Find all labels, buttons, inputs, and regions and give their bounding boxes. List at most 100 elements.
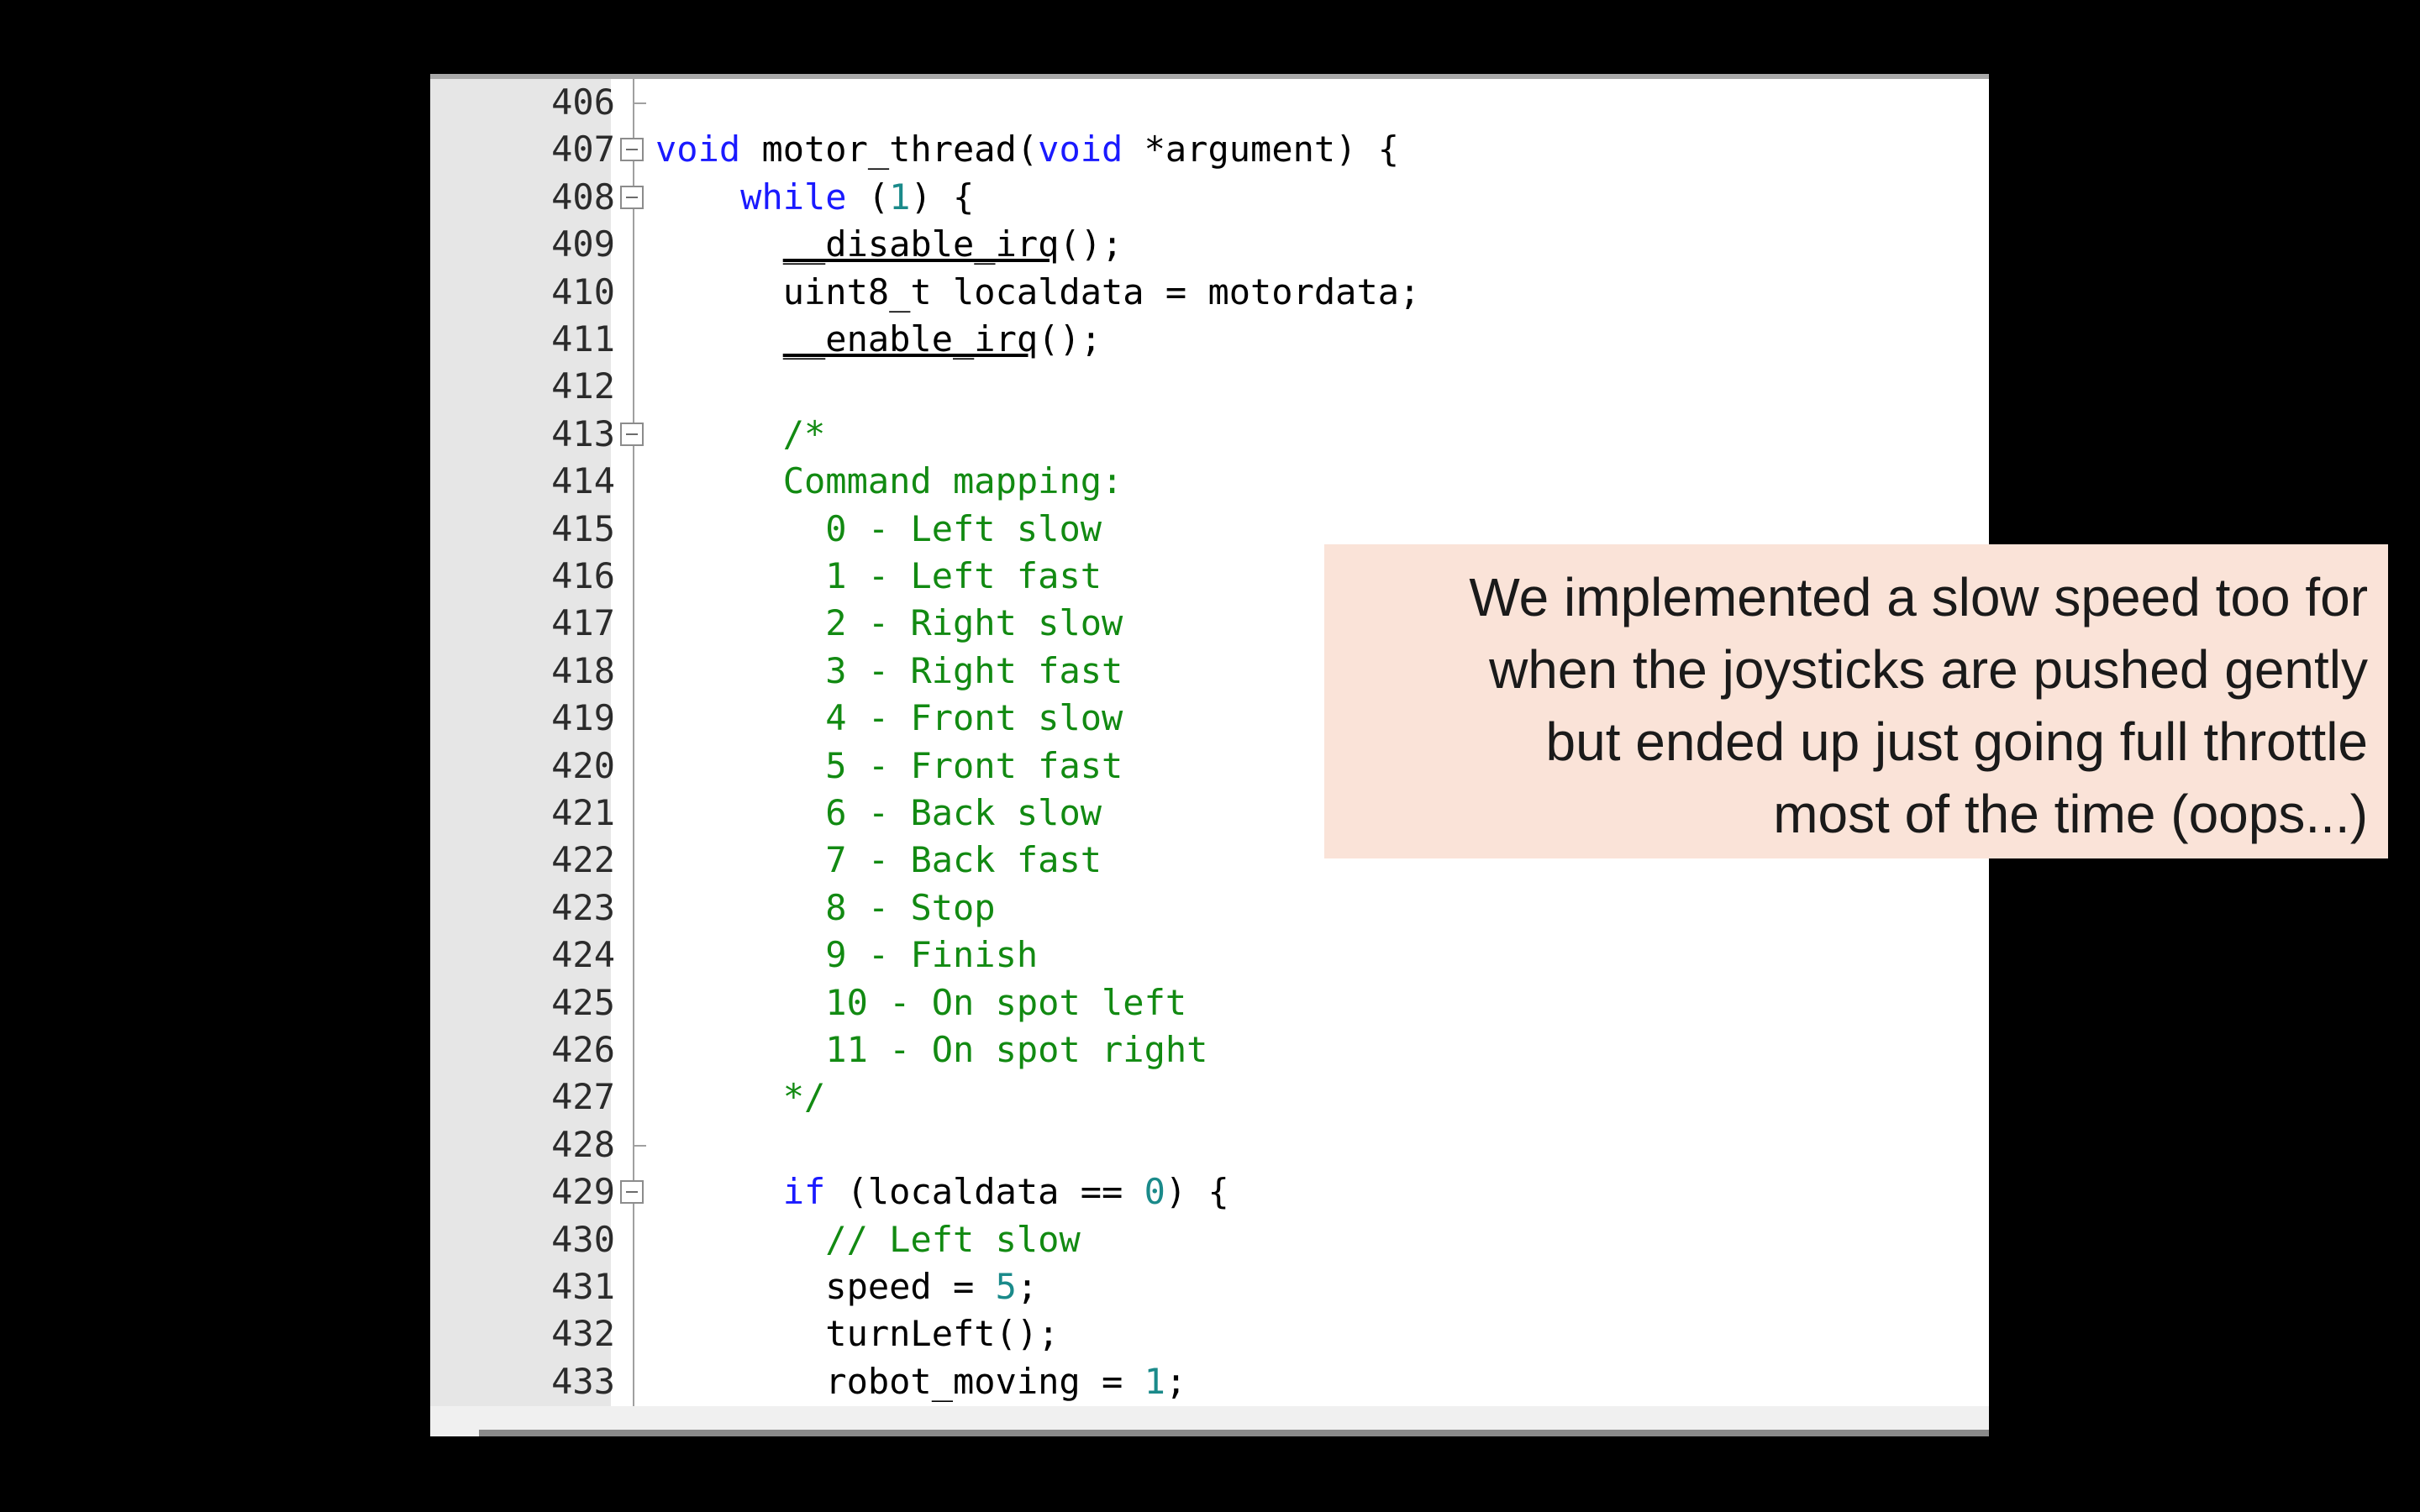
source-text: 1 - Left fast [655,553,1102,600]
line-number: 428 [551,1123,615,1165]
code-token: if [782,1171,826,1213]
code-line: 424 9 - Finish [430,932,1989,979]
code-token: 1 [1144,1360,1165,1402]
code-line: 411 __enable_irq(); [430,316,1989,363]
line-number: 422 [551,839,615,881]
source-text: turnLeft(); [655,1310,1059,1357]
line-number: 433 [551,1360,615,1402]
line-number: 426 [551,1029,615,1070]
horizontal-scrollbar[interactable] [430,1406,1989,1436]
source-text: /* [655,411,826,458]
line-number: 414 [551,460,615,502]
source-text: void motor_thread(void *argument) { [655,126,1399,173]
source-text: 10 - On spot left [655,979,1186,1026]
code-token: // Left slow [825,1218,1081,1260]
code-token: __disable_irq [782,223,1060,265]
code-line: 426 11 - On spot right [430,1026,1989,1074]
line-number: 430 [551,1218,615,1260]
callout-line: when the joysticks are pushed gently [1489,639,2368,700]
line-number: 423 [551,886,615,928]
code-line: 425 10 - On spot left [430,979,1989,1026]
collapse-icon[interactable] [620,185,644,209]
source-text: if (localdata == 0) { [655,1168,1229,1215]
line-number: 406 [551,81,615,123]
source-text: 0 - Left slow [655,506,1102,553]
code-token: 2 - Right slow [825,602,1123,644]
line-number: 408 [551,176,615,218]
line-number: 415 [551,507,615,549]
line-number: 420 [551,744,615,786]
source-text: __enable_irq(); [655,316,1102,363]
callout-line: We implemented a slow speed too for [1469,567,2368,627]
code-line: 432 turnLeft(); [430,1310,1989,1357]
line-number: 416 [551,555,615,596]
code-token: ) { [910,176,975,218]
source-text: speed = 5; [655,1263,1038,1310]
line-number: 424 [551,934,615,976]
code-token: (); [1059,223,1123,265]
source-text: Command mapping: [655,458,1123,505]
code-token: /* [782,412,826,454]
code-token: 0 [1144,1171,1165,1213]
code-token: __enable_irq [782,318,1039,360]
source-text: __disable_irq(); [655,221,1123,268]
code-line: 412 [430,363,1989,410]
line-number: 419 [551,697,615,739]
line-number: 432 [551,1313,615,1355]
source-text: 6 - Back slow [655,790,1102,837]
code-token: 1 - Left fast [825,555,1102,596]
source-text: 4 - Front slow [655,695,1123,742]
code-token: 7 - Back fast [825,839,1102,881]
code-line: 427 */ [430,1074,1989,1121]
code-token: 1 [889,176,911,218]
source-text: 11 - On spot right [655,1026,1207,1074]
line-number: 409 [551,223,615,265]
code-token: 5 - Front fast [825,744,1123,786]
source-text: while (1) { [655,174,974,221]
source-text: 8 - Stop [655,885,995,932]
source-text: 3 - Right fast [655,648,1123,695]
code-token: (); [1038,318,1102,360]
source-text: 9 - Finish [655,932,1038,979]
code-token: 10 - On spot left [825,981,1187,1023]
scrollbar-thumb[interactable] [479,1430,1989,1436]
code-line: 430 // Left slow [430,1216,1989,1263]
code-token: 6 - Back slow [825,792,1102,833]
code-line: 431 speed = 5; [430,1263,1989,1310]
code-token: *argument) { [1123,129,1400,171]
code-line: 413 /* [430,411,1989,458]
code-token: turnLeft(); [655,1313,1060,1355]
code-token: robot_moving = [655,1360,1144,1402]
code-token: ; [1165,1360,1187,1402]
code-token: void [655,129,741,171]
code-token: ; [1016,1266,1039,1307]
source-text: uint8_t localdata = motordata; [655,269,1421,316]
line-number: 421 [551,792,615,833]
annotation-callout: We implemented a slow speed too for when… [1324,544,2388,858]
source-text: */ [655,1074,826,1121]
line-number: 429 [551,1171,615,1213]
callout-line: most of the time (oops...) [1773,784,2368,844]
collapse-icon[interactable] [620,138,644,162]
line-number: 425 [551,981,615,1023]
code-line: 423 8 - Stop [430,885,1989,932]
collapse-icon[interactable] [620,422,644,446]
collapse-icon[interactable] [620,1180,644,1205]
code-token: speed = [655,1266,996,1307]
code-token: (localdata == [825,1171,1144,1213]
line-number: 413 [551,412,615,454]
code-line: 433 robot_moving = 1; [430,1358,1989,1405]
code-line: 428 [430,1121,1989,1168]
line-number: 418 [551,649,615,691]
